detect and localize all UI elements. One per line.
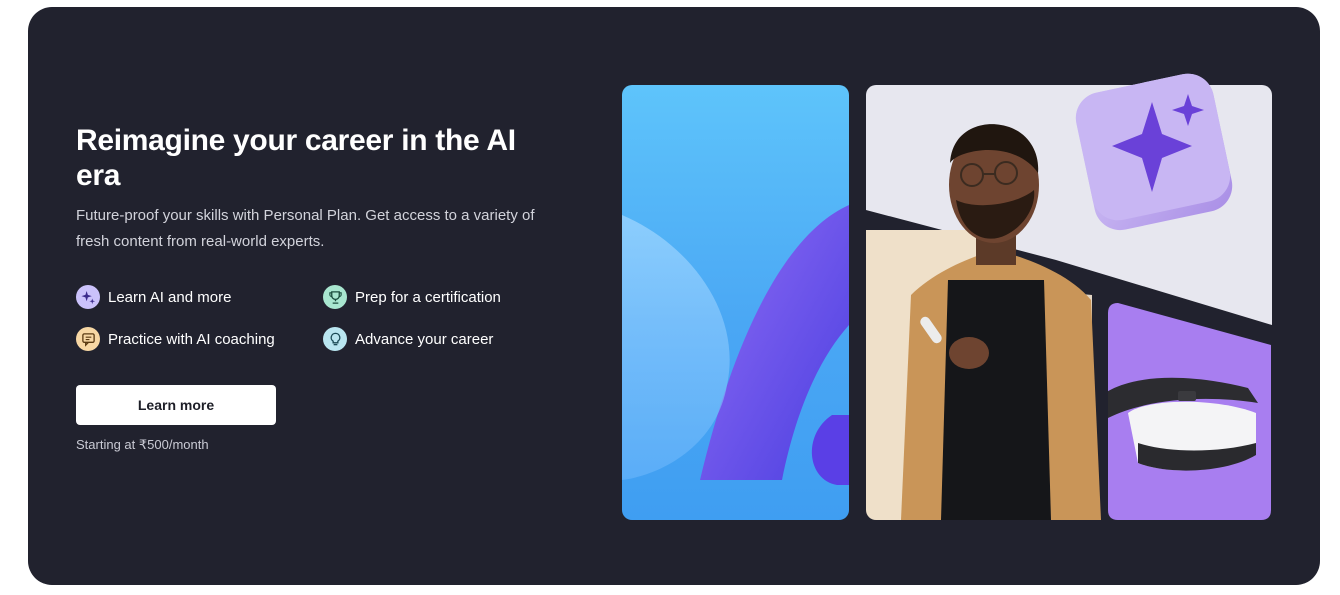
chat-icon xyxy=(76,327,100,351)
feature-ai-coaching: Practice with AI coaching xyxy=(76,327,323,351)
abstract-shapes-image xyxy=(622,85,849,520)
learn-more-button[interactable]: Learn more xyxy=(76,385,276,425)
sparkle-icon xyxy=(76,285,100,309)
sparkle-cube-image xyxy=(1075,73,1233,231)
vr-headset-image xyxy=(1108,303,1271,520)
feature-learn-ai: Learn AI and more xyxy=(76,285,323,309)
lightbulb-icon xyxy=(323,327,347,351)
feature-advance-career: Advance your career xyxy=(323,327,563,351)
feature-label: Advance your career xyxy=(355,330,494,348)
price-note: Starting at ₹500/month xyxy=(76,437,209,452)
feature-label: Practice with AI coaching xyxy=(108,330,275,348)
feature-label: Learn AI and more xyxy=(108,288,232,306)
promo-content: Reimagine your career in the AI era Futu… xyxy=(76,123,576,453)
trophy-icon xyxy=(323,285,347,309)
feature-list: Learn AI and more Prep for a certificati… xyxy=(76,285,576,351)
feature-certification: Prep for a certification xyxy=(323,285,563,309)
promo-title: Reimagine your career in the AI era xyxy=(76,124,516,192)
career-promo-banner: Reimagine your career in the AI era Futu… xyxy=(28,7,1320,585)
feature-label: Prep for a certification xyxy=(355,288,501,306)
promo-subtitle: Future-proof your skills with Personal P… xyxy=(76,207,535,250)
